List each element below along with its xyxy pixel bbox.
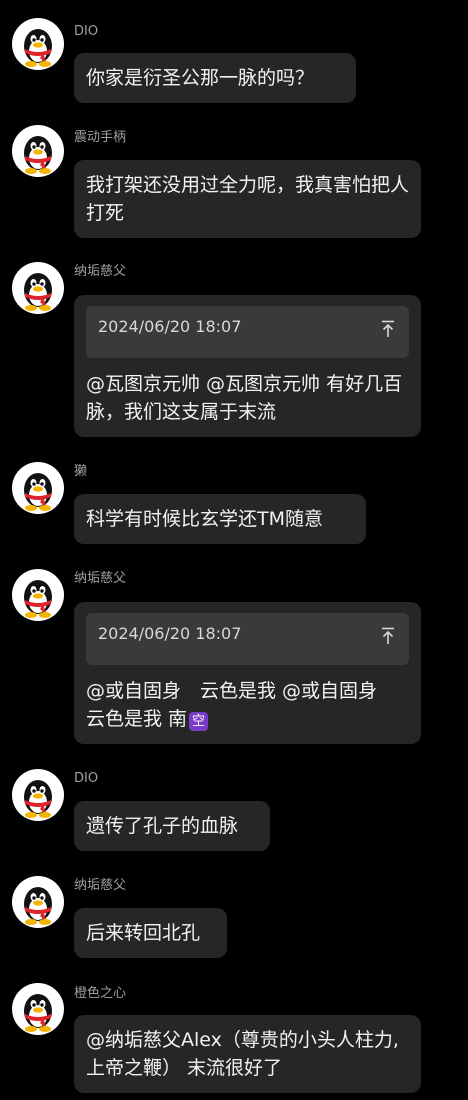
scroll-to-quote-arrow-icon[interactable] [381,320,395,338]
sender-name[interactable]: 纳垢慈父 [74,264,126,280]
sender-name[interactable]: DIO [74,771,98,787]
message-text: 后来转回北孔 [86,922,201,944]
avatar-penguin-icon[interactable] [12,983,64,1035]
sender-name[interactable]: 橙色之心 [74,986,126,1002]
message-bubble[interactable]: 后来转回北孔 [74,908,227,958]
avatar-penguin-icon[interactable] [12,262,64,314]
message-bubble[interactable]: 2024/06/20 18:07 @或自固身 云色是我 @或自固身 云色是我 南… [74,602,421,744]
message-text: @瓦图京元帅 @瓦图京元帅 有好几百脉，我们这支属于末流 [86,373,403,423]
message-bubble[interactable]: @纳垢慈父Alex（尊贵的小头人柱力,上帝之鞭） 末流很好了 [74,1015,421,1093]
avatar-penguin-icon[interactable] [12,569,64,621]
avatar-penguin-icon[interactable] [12,462,64,514]
avatar-penguin-icon[interactable] [12,876,64,928]
sender-name[interactable]: 獭 [74,464,87,480]
message-text: 我打架还没用过全力呢，我真害怕把人打死 [86,174,410,224]
sender-name[interactable]: 纳垢慈父 [74,878,126,894]
quote-timestamp: 2024/06/20 18:07 [98,317,242,336]
avatar-penguin-icon[interactable] [12,125,64,177]
message-bubble[interactable]: 遗传了孔子的血脉 [74,801,270,851]
message-bubble[interactable]: 我打架还没用过全力呢，我真害怕把人打死 [74,160,421,238]
message-text: 科学有时候比玄学还TM随意 [86,508,323,530]
sender-name[interactable]: 纳垢慈父 [74,571,126,587]
message-text: 遗传了孔子的血脉 [86,815,239,837]
quote-timestamp: 2024/06/20 18:07 [98,624,242,643]
avatar-penguin-icon[interactable] [12,769,64,821]
sender-name[interactable]: 震动手柄 [74,130,126,146]
message-text: @纳垢慈父Alex（尊贵的小头人柱力,上帝之鞭） 末流很好了 [86,1029,399,1079]
quoted-message[interactable]: 2024/06/20 18:07 [86,306,409,358]
scroll-to-quote-arrow-icon[interactable] [381,627,395,645]
message-bubble[interactable]: 你家是衍圣公那一脉的吗？ [74,53,356,103]
sender-name[interactable]: DIO [74,24,98,40]
message-bubble[interactable]: 科学有时候比玄学还TM随意 [74,494,366,544]
quoted-message[interactable]: 2024/06/20 18:07 [86,613,409,665]
message-bubble[interactable]: 2024/06/20 18:07 @瓦图京元帅 @瓦图京元帅 有好几百脉，我们这… [74,295,421,437]
message-text: 你家是衍圣公那一脉的吗？ [86,67,315,89]
sky-emoji-icon: 空 [189,712,209,731]
message-text: @或自固身 云色是我 @或自固身 云色是我 南 [86,680,397,730]
avatar-penguin-icon[interactable] [12,18,64,70]
